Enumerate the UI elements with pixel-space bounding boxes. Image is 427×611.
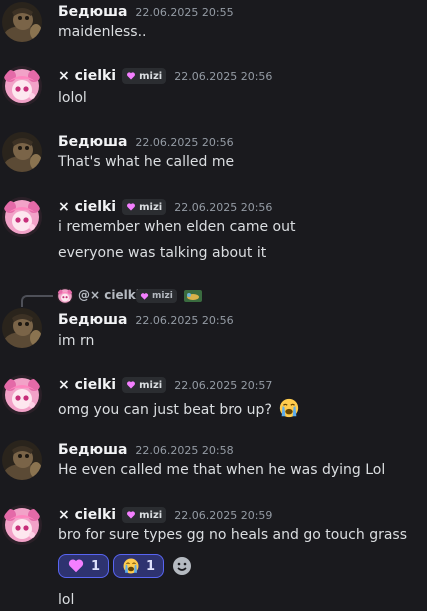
- message: @× cielki mizi Бедюша 22.06.2025 20:56 i…: [0, 286, 427, 352]
- heart-icon: [126, 202, 136, 212]
- author-name[interactable]: × cielki: [58, 68, 116, 84]
- reaction-loudly-crying-face[interactable]: 1: [113, 554, 165, 578]
- author-name[interactable]: Бедюша: [58, 312, 127, 328]
- author-name[interactable]: × cielki: [58, 199, 116, 215]
- timestamp: 22.06.2025 20:56: [135, 135, 234, 149]
- image-attachment-icon: [184, 290, 202, 302]
- timestamp: 22.06.2025 20:56: [174, 69, 273, 83]
- timestamp: 22.06.2025 20:56: [174, 200, 273, 214]
- timestamp: 22.06.2025 20:56: [135, 313, 234, 327]
- author-name[interactable]: Бедюша: [58, 442, 127, 458]
- avatar[interactable]: [2, 66, 42, 106]
- message: × cielki mizi 22.06.2025 20:59 bro for s…: [0, 503, 427, 611]
- timestamp: 22.06.2025 20:55: [135, 5, 234, 19]
- reply-user-tag: mizi: [136, 289, 177, 303]
- author-name[interactable]: Бедюша: [58, 134, 127, 150]
- reaction-count: 1: [91, 558, 101, 574]
- user-tag-label: mizi: [139, 70, 163, 82]
- pink-heart-icon: [67, 557, 85, 575]
- message: Бедюша 22.06.2025 20:56 That's what he c…: [0, 130, 427, 176]
- user-tag: mizi: [122, 199, 167, 215]
- message-text: i remember when elden came out: [58, 219, 296, 235]
- message-text: bro for sure types gg no heals and go to…: [58, 527, 408, 543]
- heart-icon: [140, 292, 149, 301]
- message-header: × cielki mizi 22.06.2025 20:57: [58, 375, 272, 395]
- heart-icon: [126, 510, 136, 520]
- message-text: maidenless..: [58, 24, 147, 40]
- message: × cielki mizi 22.06.2025 20:56 lolol: [0, 64, 427, 110]
- reaction-pink-heart[interactable]: 1: [58, 554, 110, 578]
- loudly-crying-face-icon: [122, 557, 140, 575]
- user-tag-label: mizi: [139, 201, 163, 213]
- message-text: He even called me that when he was dying…: [58, 462, 386, 478]
- message: × cielki mizi 22.06.2025 20:56 i remembe…: [0, 195, 427, 267]
- message-text: im rn: [58, 333, 95, 349]
- message: Бедюша 22.06.2025 20:58 He even called m…: [0, 438, 427, 484]
- reply-preview[interactable]: @× cielki mizi: [0, 286, 427, 307]
- avatar[interactable]: [2, 2, 42, 42]
- reply-user-tag-label: mizi: [152, 291, 173, 301]
- user-tag-label: mizi: [139, 509, 163, 521]
- user-tag: mizi: [122, 507, 167, 523]
- avatar[interactable]: [2, 132, 42, 172]
- heart-icon: [126, 380, 136, 390]
- message: Бедюша 22.06.2025 20:55 maidenless..: [0, 0, 427, 46]
- reply-author[interactable]: @× cielki: [78, 288, 140, 302]
- chat-log: Бедюша 22.06.2025 20:55 maidenless.. × c…: [0, 0, 427, 611]
- message-header: × cielki mizi 22.06.2025 20:59: [58, 505, 272, 525]
- message-header: Бедюша 22.06.2025 20:56: [58, 132, 234, 152]
- author-name[interactable]: × cielki: [58, 377, 116, 393]
- message-header: × cielki mizi 22.06.2025 20:56: [58, 197, 272, 217]
- reaction-count: 1: [146, 558, 156, 574]
- avatar[interactable]: [2, 440, 42, 480]
- avatar[interactable]: [2, 197, 42, 237]
- avatar[interactable]: [2, 375, 42, 415]
- timestamp: 22.06.2025 20:57: [174, 378, 273, 392]
- message-header: × cielki mizi 22.06.2025 20:56: [58, 66, 272, 86]
- heart-icon: [126, 71, 136, 81]
- timestamp: 22.06.2025 20:59: [174, 508, 273, 522]
- author-name[interactable]: Бедюша: [58, 4, 127, 20]
- message-text: lol: [58, 592, 75, 608]
- message-header: Бедюша 22.06.2025 20:58: [58, 440, 234, 460]
- add-reaction-button[interactable]: [168, 554, 196, 578]
- message-header: Бедюша 22.06.2025 20:55: [58, 2, 234, 22]
- avatar[interactable]: [2, 505, 42, 545]
- message-text: That's what he called me: [58, 154, 235, 170]
- smiley-icon: [173, 557, 192, 575]
- avatar[interactable]: [2, 308, 42, 348]
- loudly-crying-face-icon: [278, 397, 300, 419]
- message-text: everyone was talking about it: [58, 245, 267, 261]
- author-name[interactable]: × cielki: [58, 507, 116, 523]
- message-text-content: omg you can just beat bro up?: [58, 402, 272, 418]
- timestamp: 22.06.2025 20:58: [135, 443, 234, 457]
- user-tag: mizi: [122, 377, 167, 393]
- message: × cielki mizi 22.06.2025 20:57 omg you c…: [0, 373, 427, 423]
- message-text: lolol: [58, 90, 87, 106]
- message-header: Бедюша 22.06.2025 20:56: [58, 310, 234, 330]
- message-text: omg you can just beat bro up?: [58, 397, 300, 420]
- user-tag: mizi: [122, 68, 167, 84]
- reply-spine: [21, 295, 53, 307]
- user-tag-label: mizi: [139, 379, 163, 391]
- reply-avatar: [57, 288, 73, 304]
- reaction-bar: 1 1: [58, 554, 196, 578]
